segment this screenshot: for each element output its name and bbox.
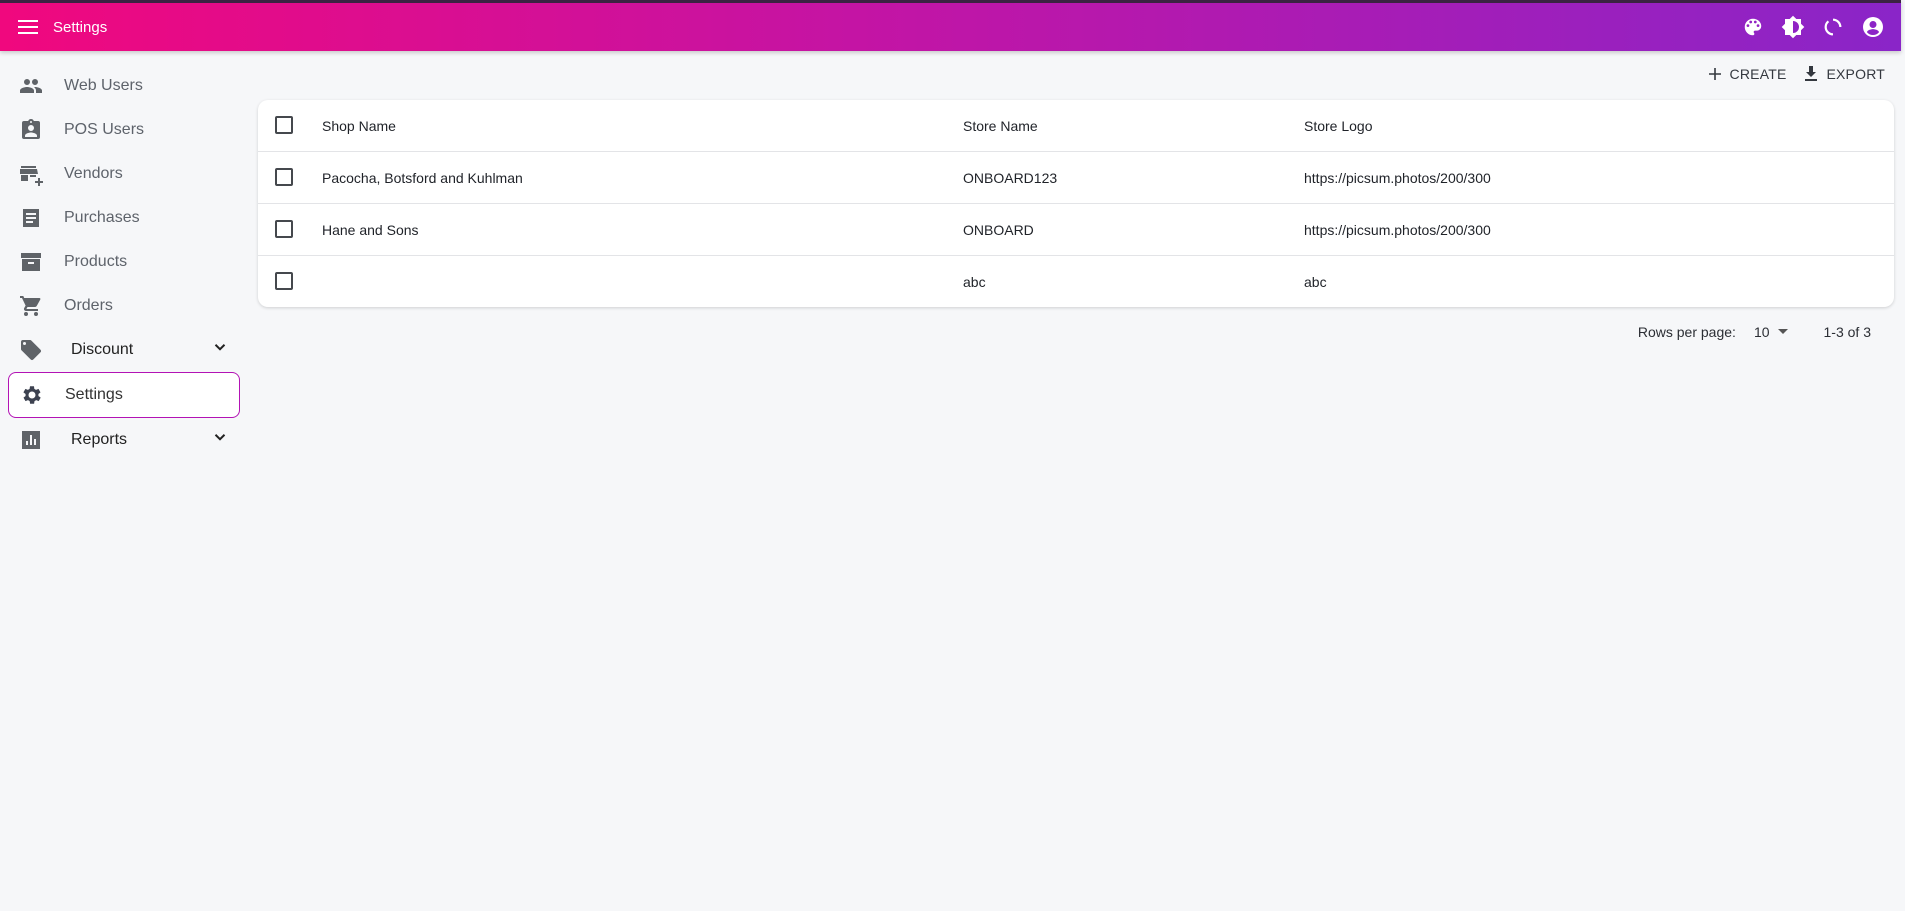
rows-per-page-value: 10	[1753, 324, 1770, 340]
cart-icon	[19, 294, 43, 318]
export-button[interactable]: EXPORT	[1804, 66, 1885, 82]
sidebar-item-orders[interactable]: Orders	[0, 284, 245, 328]
create-button[interactable]: CREATE	[1708, 66, 1787, 82]
app-bar: Settings	[0, 0, 1901, 51]
column-header-shop-name[interactable]: Shop Name	[322, 118, 396, 134]
dropdown-arrow-icon	[1777, 329, 1788, 334]
sidebar-item-label: Purchases	[64, 209, 140, 226]
sidebar-item-label: Orders	[64, 297, 113, 314]
export-label: EXPORT	[1826, 66, 1885, 82]
plus-icon	[1708, 68, 1721, 80]
table-row[interactable]: abc abc	[258, 256, 1894, 307]
sidebar-item-label: Vendors	[64, 165, 123, 182]
gear-icon	[20, 383, 44, 407]
list-icon	[19, 206, 43, 230]
row-checkbox[interactable]	[275, 168, 293, 186]
row-checkbox[interactable]	[275, 220, 293, 238]
archive-icon	[19, 250, 43, 274]
cell-shop-name: Pacocha, Botsford and Kuhlman	[322, 170, 523, 186]
tag-icon	[19, 338, 43, 362]
rows-per-page-label: Rows per page:	[1637, 324, 1736, 340]
column-header-store-logo[interactable]: Store Logo	[1304, 118, 1373, 134]
sidebar-item-web-users[interactable]: Web Users	[0, 64, 245, 108]
chevron-down-icon[interactable]	[211, 338, 229, 361]
page-title: Settings	[53, 18, 108, 36]
table-header-row: Shop Name Store Name Store Logo	[258, 100, 1894, 152]
column-header-store-name[interactable]: Store Name	[963, 118, 1038, 134]
people-icon	[19, 74, 43, 98]
cell-store-logo: abc	[1304, 274, 1327, 290]
cell-store-name: ONBOARD123	[963, 170, 1058, 186]
cell-store-name: abc	[963, 274, 986, 290]
select-all-checkbox[interactable]	[275, 116, 293, 134]
sidebar-item-settings[interactable]: Settings	[8, 372, 240, 418]
sidebar-group-discount[interactable]: Discount	[0, 328, 245, 372]
create-label: CREATE	[1729, 66, 1787, 82]
download-icon	[1805, 66, 1818, 81]
palette-icon[interactable]	[1739, 13, 1767, 41]
cell-store-logo: https://picsum.photos/200/300	[1304, 170, 1491, 186]
list-toolbar: CREATE EXPORT	[1708, 66, 1885, 82]
badge-icon	[19, 118, 43, 142]
table-row[interactable]: Pacocha, Botsford and Kuhlman ONBOARD123…	[258, 152, 1894, 204]
sidebar-item-label: Settings	[65, 386, 123, 403]
sidebar: Web Users POS Users Vendors Purchases Pr…	[0, 64, 245, 462]
row-checkbox[interactable]	[275, 272, 293, 290]
bar-chart-icon	[19, 428, 43, 452]
store-add-icon	[19, 162, 43, 186]
refresh-icon[interactable]	[1819, 13, 1847, 41]
data-table: Shop Name Store Name Store Logo Pacocha,…	[258, 100, 1894, 307]
sidebar-group-reports[interactable]: Reports	[0, 418, 245, 462]
sidebar-item-label: Discount	[71, 341, 134, 358]
account-icon[interactable]	[1859, 13, 1887, 41]
rows-per-page-select[interactable]: 10	[1754, 324, 1788, 340]
menu-icon[interactable]	[15, 14, 41, 40]
cell-store-logo: https://picsum.photos/200/300	[1304, 222, 1491, 238]
chevron-down-icon[interactable]	[211, 428, 229, 451]
sidebar-item-label: Reports	[71, 431, 128, 448]
table-row[interactable]: Hane and Sons ONBOARD https://picsum.pho…	[258, 204, 1894, 256]
sidebar-item-vendors[interactable]: Vendors	[0, 152, 245, 196]
cell-store-name: ONBOARD	[963, 222, 1034, 238]
sidebar-item-products[interactable]: Products	[0, 240, 245, 284]
brightness-icon[interactable]	[1779, 13, 1807, 41]
sidebar-item-pos-users[interactable]: POS Users	[0, 108, 245, 152]
pagination: Rows per page: 10 1-3 of 3	[1638, 324, 1871, 340]
cell-shop-name: Hane and Sons	[322, 222, 419, 238]
sidebar-item-purchases[interactable]: Purchases	[0, 196, 245, 240]
sidebar-item-label: Products	[64, 253, 128, 270]
sidebar-item-label: Web Users	[64, 77, 143, 94]
sidebar-item-label: POS Users	[64, 121, 145, 138]
pagination-range: 1-3 of 3	[1823, 324, 1871, 340]
